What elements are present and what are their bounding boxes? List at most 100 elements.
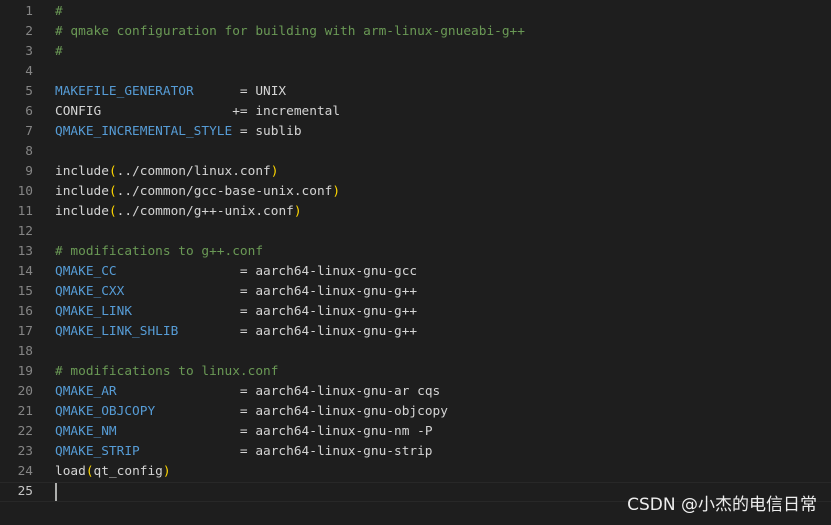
code-line[interactable]: 21 QMAKE_OBJCOPY = aarch64-linux-gnu-objc…: [0, 402, 831, 422]
code-token: = aarch64-linux-gnu-gcc: [116, 264, 418, 279]
code-line[interactable]: 8: [0, 142, 831, 162]
code-token: #: [55, 44, 63, 59]
code-text: QMAKE_AR = aarch64-linux-gnu-ar cqs: [55, 382, 440, 402]
code-token: include: [55, 204, 109, 219]
code-line[interactable]: 24 load(qt_config): [0, 462, 831, 482]
code-text: QMAKE_CXX = aarch64-linux-gnu-g++: [55, 282, 417, 302]
code-text: # modifications to g++.conf: [55, 242, 263, 262]
line-number: 14: [17, 264, 33, 279]
code-token: QMAKE_OBJCOPY: [55, 404, 156, 419]
code-token: include: [55, 164, 109, 179]
code-token: (: [108, 204, 117, 219]
code-token: # modifications to linux.conf: [55, 364, 279, 379]
line-number: 1: [25, 4, 33, 19]
code-token: include: [55, 184, 109, 199]
code-token: ../common/gcc-base-unix.conf: [116, 184, 333, 199]
line-number: 2: [25, 24, 33, 39]
code-token: QMAKE_CXX: [55, 284, 125, 299]
code-token: = aarch64-linux-gnu-g++: [178, 324, 418, 339]
code-text: QMAKE_CC = aarch64-linux-gnu-gcc: [55, 262, 417, 282]
code-token: = aarch64-linux-gnu-nm -P: [116, 424, 433, 439]
code-token: CONFIG += incremental: [55, 104, 341, 119]
line-number: 22: [17, 424, 33, 439]
code-line[interactable]: 11 include(../common/g++-unix.conf): [0, 202, 831, 222]
line-number: 19: [17, 364, 33, 379]
line-number: 17: [17, 324, 33, 339]
code-text: include(../common/linux.conf): [55, 162, 278, 182]
code-line[interactable]: 1 #: [0, 2, 831, 22]
code-token: ): [293, 204, 302, 219]
code-token: ): [332, 184, 341, 199]
code-line[interactable]: 22 QMAKE_NM = aarch64-linux-gnu-nm -P: [0, 422, 831, 442]
code-token: qt_config: [93, 464, 163, 479]
code-text: QMAKE_STRIP = aarch64-linux-gnu-strip: [55, 442, 433, 462]
code-token: load: [55, 464, 86, 479]
code-editor[interactable]: 1 #2 # qmake configuration for building wi…: [0, 0, 831, 525]
code-text: QMAKE_LINK_SHLIB = aarch64-linux-gnu-g++: [55, 322, 417, 342]
line-number: 8: [25, 144, 33, 159]
code-line[interactable]: 7 QMAKE_INCREMENTAL_STYLE = sublib: [0, 122, 831, 142]
code-line[interactable]: 23 QMAKE_STRIP = aarch64-linux-gnu-strip: [0, 442, 831, 462]
code-line[interactable]: 9 include(../common/linux.conf): [0, 162, 831, 182]
code-token: = UNIX: [193, 84, 287, 99]
code-token: = aarch64-linux-gnu-g++: [132, 304, 418, 319]
code-line[interactable]: 14 QMAKE_CC = aarch64-linux-gnu-gcc: [0, 262, 831, 282]
line-number: 20: [17, 384, 33, 399]
line-number: 24: [17, 464, 33, 479]
code-line[interactable]: 12: [0, 222, 831, 242]
line-number: 6: [25, 104, 33, 119]
line-number: 3: [25, 44, 33, 59]
code-line[interactable]: 2 # qmake configuration for building with…: [0, 22, 831, 42]
line-number: 7: [25, 124, 33, 139]
code-token: QMAKE_AR: [55, 384, 117, 399]
line-number: 11: [17, 204, 33, 219]
code-line[interactable]: 18: [0, 342, 831, 362]
code-line[interactable]: 17 QMAKE_LINK_SHLIB = aarch64-linux-gnu-g…: [0, 322, 831, 342]
line-number: 21: [17, 404, 33, 419]
text-cursor: [55, 483, 57, 501]
code-line[interactable]: 13 # modifications to g++.conf: [0, 242, 831, 262]
code-line[interactable]: 15 QMAKE_CXX = aarch64-linux-gnu-g++: [0, 282, 831, 302]
code-line[interactable]: 3 #: [0, 42, 831, 62]
code-line[interactable]: 10 include(../common/gcc-base-unix.conf): [0, 182, 831, 202]
code-line[interactable]: 4: [0, 62, 831, 82]
code-text: #: [55, 2, 63, 22]
line-number: 15: [17, 284, 33, 299]
code-token: ../common/linux.conf: [116, 164, 271, 179]
code-token: # qmake configuration for building with …: [55, 24, 525, 39]
csdn-watermark: CSDN @小杰的电信日常: [627, 495, 817, 515]
code-token: QMAKE_LINK: [55, 304, 133, 319]
code-token: = aarch64-linux-gnu-g++: [124, 284, 418, 299]
code-text: include(../common/g++-unix.conf): [55, 202, 302, 222]
code-line[interactable]: 16 QMAKE_LINK = aarch64-linux-gnu-g++: [0, 302, 831, 322]
line-number: 23: [17, 444, 33, 459]
code-text: CONFIG += incremental: [55, 102, 340, 122]
code-token: = aarch64-linux-gnu-strip: [139, 444, 433, 459]
line-number: 13: [17, 244, 33, 259]
line-number: 18: [17, 344, 33, 359]
code-line[interactable]: 6 CONFIG += incremental: [0, 102, 831, 122]
code-token: ): [270, 164, 279, 179]
code-line[interactable]: 5 MAKEFILE_GENERATOR = UNIX: [0, 82, 831, 102]
code-token: # modifications to g++.conf: [55, 244, 264, 259]
line-number: 10: [17, 184, 33, 199]
code-token: #: [55, 4, 63, 19]
line-number: 16: [17, 304, 33, 319]
code-text: # qmake configuration for building with …: [55, 22, 525, 42]
line-number: 4: [25, 64, 33, 79]
line-number: 12: [17, 224, 33, 239]
code-token: ../common/g++-unix.conf: [116, 204, 294, 219]
code-token: = aarch64-linux-gnu-ar cqs: [116, 384, 441, 399]
code-token: QMAKE_NM: [55, 424, 117, 439]
code-token: (: [108, 184, 117, 199]
code-text: #: [55, 42, 63, 62]
code-text: # modifications to linux.conf: [55, 362, 278, 382]
line-number: 25: [17, 484, 33, 499]
code-token: QMAKE_LINK_SHLIB: [55, 324, 179, 339]
code-text: QMAKE_LINK = aarch64-linux-gnu-g++: [55, 302, 417, 322]
code-text: QMAKE_INCREMENTAL_STYLE = sublib: [55, 122, 302, 142]
code-line[interactable]: 20 QMAKE_AR = aarch64-linux-gnu-ar cqs: [0, 382, 831, 402]
code-text: QMAKE_NM = aarch64-linux-gnu-nm -P: [55, 422, 433, 442]
code-token: = aarch64-linux-gnu-objcopy: [155, 404, 448, 419]
code-line[interactable]: 19 # modifications to linux.conf: [0, 362, 831, 382]
